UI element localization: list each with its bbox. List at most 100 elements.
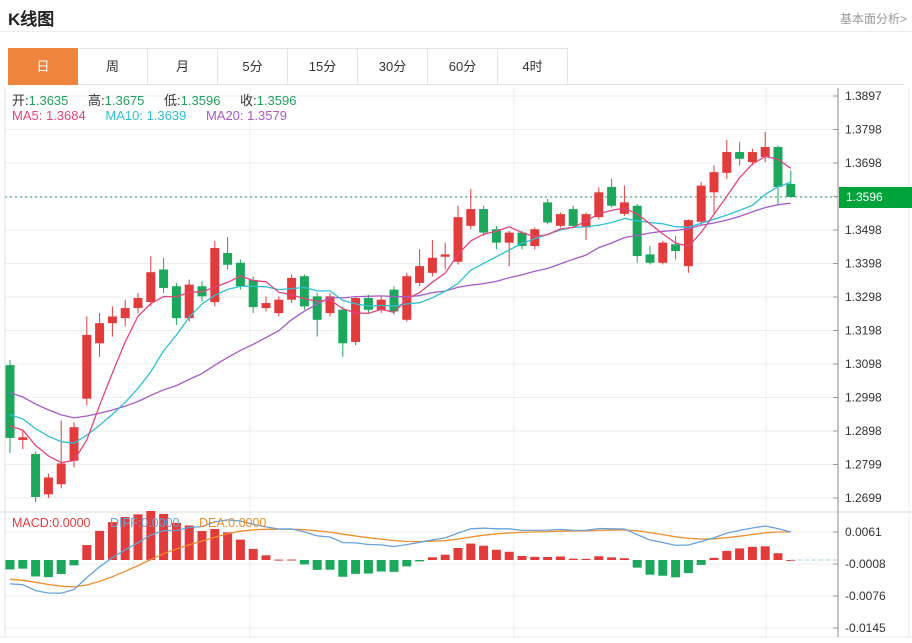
chart-area: 1.38971.37981.36981.34981.33981.32981.31… xyxy=(0,88,912,643)
macd-bar xyxy=(543,557,552,560)
macd-bar xyxy=(134,514,143,560)
candle-up xyxy=(710,172,719,192)
header-divider xyxy=(0,31,912,32)
macd-bar xyxy=(582,559,591,560)
macd-bar xyxy=(223,532,232,560)
tab-30min[interactable]: 30分 xyxy=(358,48,428,85)
candle-down xyxy=(223,253,232,265)
macd-bar xyxy=(556,556,565,560)
macd-bar xyxy=(70,560,79,565)
macd-bar xyxy=(18,560,27,569)
macd-bar xyxy=(121,517,130,560)
candle-up xyxy=(466,209,475,226)
candle-up xyxy=(441,254,450,256)
candle-up xyxy=(556,214,565,226)
candle-up xyxy=(428,258,437,273)
candle-down xyxy=(479,209,488,232)
y-axis-label: 1.2699 xyxy=(845,491,882,505)
macd-bar xyxy=(236,540,245,560)
candle-up xyxy=(658,243,667,263)
macd-bar xyxy=(735,548,744,560)
y-axis-label: 1.3897 xyxy=(845,89,882,103)
y-axis-label: 1.3098 xyxy=(845,357,882,371)
candle-down xyxy=(300,276,309,306)
macd-bar xyxy=(505,552,514,560)
macd-bar xyxy=(428,557,437,560)
tab-month[interactable]: 月 xyxy=(148,48,218,85)
macd-bar xyxy=(108,522,117,560)
macd-bar xyxy=(415,560,424,561)
macd-bar xyxy=(377,560,386,572)
kline-app: K线图 基本面分析> 日 周 月 5分 15分 30分 60分 4时 1.389… xyxy=(0,0,912,643)
tab-day[interactable]: 日 xyxy=(8,48,78,85)
candle-down xyxy=(569,209,578,226)
tab-week[interactable]: 周 xyxy=(78,48,148,85)
macd-axis-label: -0.0008 xyxy=(845,557,886,571)
candle-up xyxy=(18,437,27,440)
macd-bar xyxy=(185,525,194,560)
candle-up xyxy=(722,152,731,173)
macd-bar xyxy=(722,551,731,560)
macd-bar xyxy=(479,546,488,560)
candle-up xyxy=(57,463,66,484)
macd-bar xyxy=(6,560,15,569)
candle-down xyxy=(31,454,40,497)
fundamental-analysis-link[interactable]: 基本面分析> xyxy=(840,10,907,27)
y-axis-label: 1.3798 xyxy=(845,123,882,137)
candle-up xyxy=(415,266,424,283)
period-tab-bar: 日 周 月 5分 15分 30分 60分 4时 xyxy=(8,48,904,85)
macd-bar xyxy=(57,560,66,574)
macd-bar xyxy=(646,560,655,575)
kline-chart-svg[interactable]: 1.38971.37981.36981.34981.33981.32981.31… xyxy=(0,88,912,643)
macd-bar xyxy=(492,550,501,560)
candle-down xyxy=(159,269,168,287)
candle-down xyxy=(364,298,373,310)
page-title: K线图 xyxy=(8,5,54,30)
macd-bar xyxy=(518,556,527,560)
candle-up xyxy=(82,335,91,399)
macd-bar xyxy=(95,531,104,560)
tab-4hour[interactable]: 4时 xyxy=(498,48,568,85)
candle-down xyxy=(543,202,552,222)
macd-bar xyxy=(671,560,680,577)
candle-up xyxy=(108,316,117,323)
macd-bar xyxy=(313,560,322,570)
macd-bar xyxy=(466,544,475,560)
candle-down xyxy=(774,147,783,187)
macd-bar xyxy=(697,560,706,565)
macd-bar xyxy=(620,558,629,560)
candle-up xyxy=(262,303,271,308)
candle-up xyxy=(697,186,706,222)
macd-bar xyxy=(82,545,91,560)
candle-down xyxy=(249,280,258,307)
candle-down xyxy=(646,254,655,262)
y-axis-label: 1.3198 xyxy=(845,324,882,338)
candle-down xyxy=(172,286,181,318)
tab-60min[interactable]: 60分 xyxy=(428,48,498,85)
candle-down xyxy=(786,184,795,197)
macd-bar xyxy=(774,553,783,560)
macd-bar xyxy=(326,560,335,570)
macd-bar xyxy=(287,560,296,561)
macd-bar xyxy=(172,523,181,560)
tab-15min[interactable]: 15分 xyxy=(288,48,358,85)
macd-axis-label: -0.0145 xyxy=(845,621,886,635)
candle-up xyxy=(121,308,130,318)
macd-bar xyxy=(658,560,667,576)
macd-bar xyxy=(761,546,770,560)
candle-up xyxy=(134,298,143,308)
macd-bar xyxy=(364,560,373,574)
macd-bar xyxy=(594,556,603,560)
tab-5min[interactable]: 5分 xyxy=(218,48,288,85)
candle-down xyxy=(735,152,744,159)
macd-bar xyxy=(390,560,399,572)
candle-down xyxy=(236,263,245,286)
macd-bar xyxy=(684,560,693,573)
macd-bar xyxy=(249,549,258,560)
candle-up xyxy=(44,478,53,495)
macd-bar xyxy=(274,560,283,561)
y-axis-label: 1.3398 xyxy=(845,257,882,271)
macd-bar xyxy=(31,560,40,576)
candle-up xyxy=(505,233,514,243)
candle-down xyxy=(671,244,680,251)
